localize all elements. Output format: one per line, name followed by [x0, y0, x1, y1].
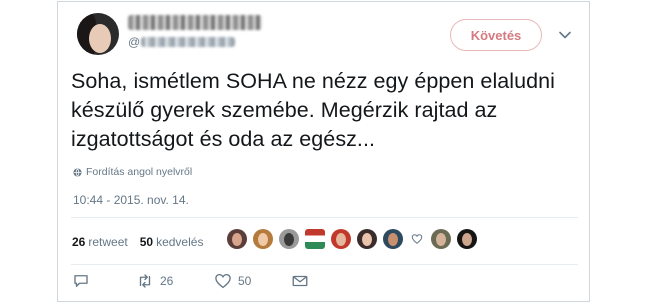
retweet-count: 26 [160, 274, 174, 288]
like-button[interactable]: 50 [214, 272, 251, 290]
retweet-button[interactable]: 26 [136, 272, 173, 290]
heart-icon [215, 273, 231, 289]
translate-link[interactable]: Fordítás angol nyelvről [73, 166, 192, 178]
direct-message-button[interactable] [291, 272, 309, 290]
heart-icon [411, 234, 423, 244]
likes-label[interactable]: kedvelés [156, 235, 203, 249]
retweets-label[interactable]: retweet [88, 235, 127, 249]
reply-icon [74, 275, 88, 287]
liker-avatar[interactable] [227, 229, 247, 249]
liker-avatar[interactable] [431, 229, 451, 249]
tweet-card: @ Követés Soha, ismétlem SOHA ne nézz eg… [57, 1, 590, 302]
avatar-face [89, 24, 111, 53]
liker-avatar[interactable] [305, 229, 325, 249]
liker-avatars [227, 229, 483, 249]
handle-redacted [141, 37, 236, 47]
avatar[interactable] [77, 13, 119, 55]
tweet-text: Soha, ismétlem SOHA ne nézz egy éppen el… [71, 69, 555, 151]
translate-label: Fordítás angol nyelvről [86, 166, 193, 178]
retweet-icon [139, 274, 151, 288]
follow-button[interactable]: Követés [450, 19, 542, 51]
liker-avatar[interactable] [253, 229, 273, 249]
liker-avatar[interactable] [331, 229, 351, 249]
retweets-count[interactable]: 26 [72, 235, 85, 249]
chevron-down-icon[interactable] [558, 28, 572, 42]
liker-avatar[interactable] [457, 229, 477, 249]
likes-count[interactable]: 50 [140, 235, 153, 249]
handle-prefix: @ [128, 35, 141, 49]
liker-avatar[interactable] [383, 229, 403, 249]
envelope-icon [292, 275, 308, 287]
user-handle[interactable]: @ [128, 35, 236, 49]
divider [71, 264, 578, 265]
like-count: 50 [238, 274, 252, 288]
timestamp[interactable]: 10:44 - 2015. nov. 14. [73, 193, 189, 207]
liker-avatar[interactable] [357, 229, 377, 249]
divider [71, 217, 578, 218]
tweet-actions: 26 50 [72, 272, 572, 294]
display-name-redacted[interactable] [128, 15, 262, 30]
reply-button[interactable] [72, 272, 90, 290]
tweet-stats: 26 retweet 50 kedvelés [72, 235, 203, 249]
globe-icon [73, 167, 82, 177]
liker-avatar[interactable] [279, 229, 299, 249]
